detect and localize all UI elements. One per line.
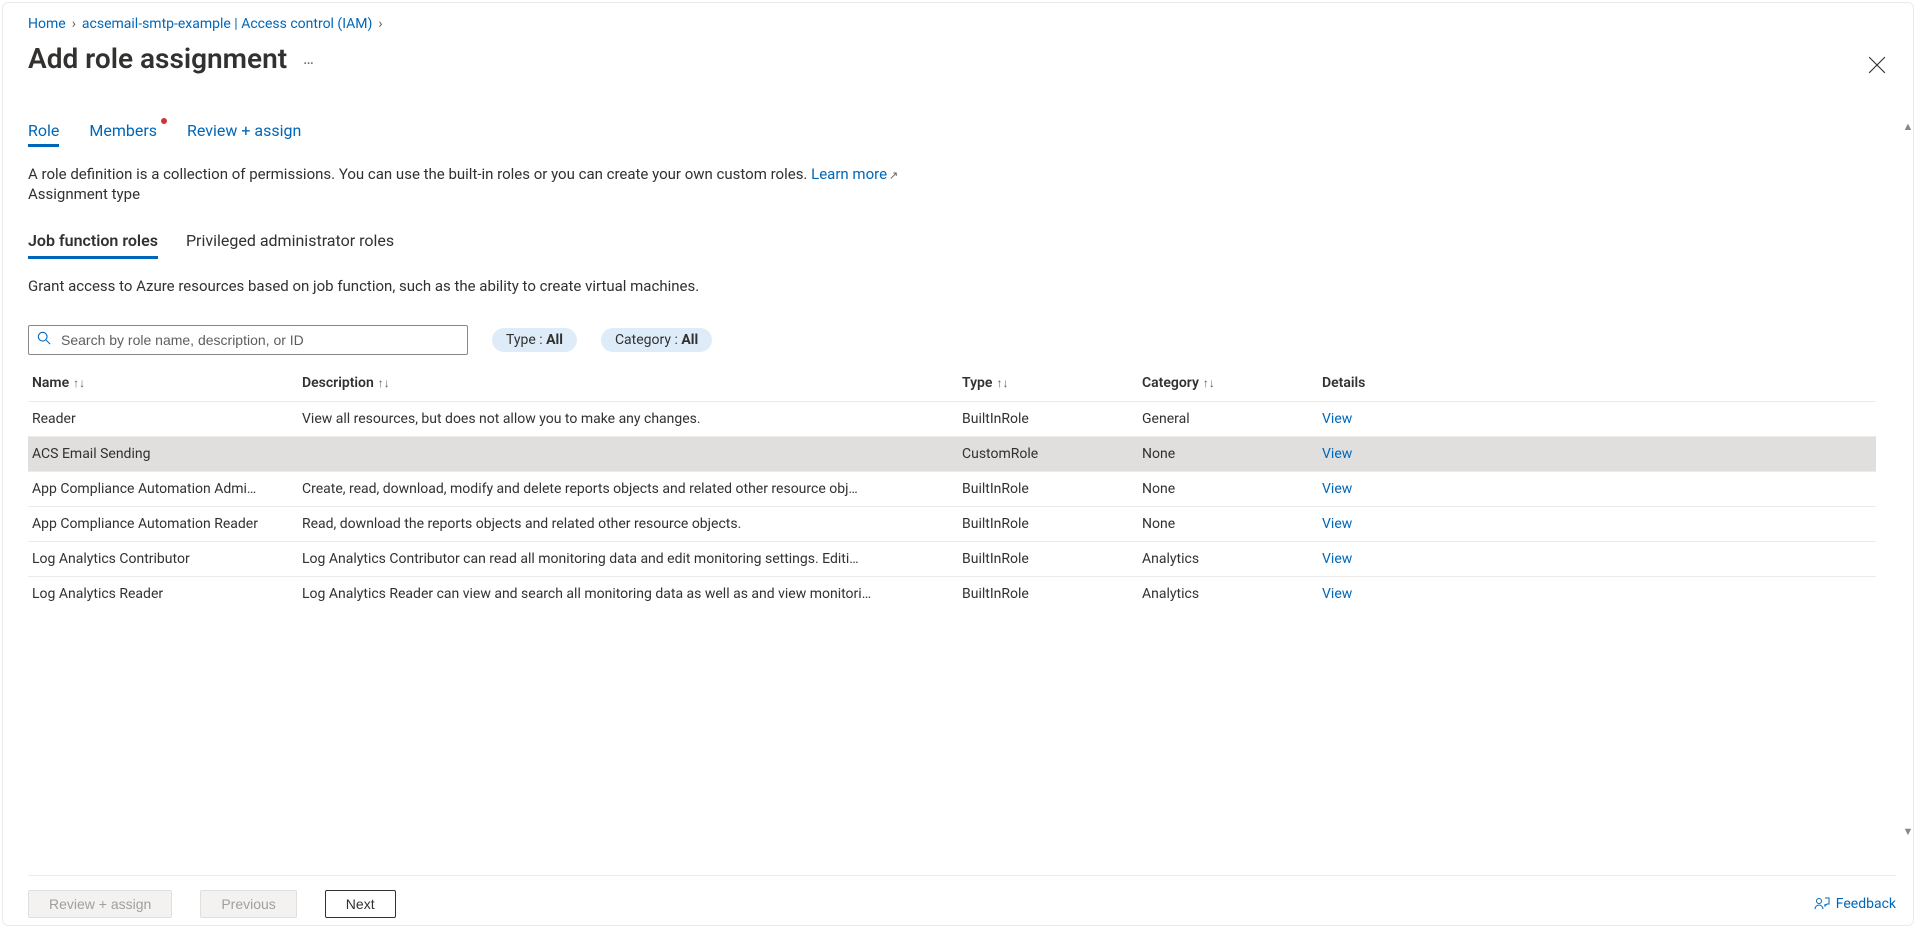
cell-name: Log Analytics Contributor [28, 542, 298, 577]
cell-description: View all resources, but does not allow y… [298, 402, 958, 437]
pill-category-label: Category : [615, 332, 681, 348]
pill-category-value: All [681, 332, 698, 348]
more-icon[interactable]: … [303, 49, 316, 68]
scroll-up-icon: ▲ [1903, 120, 1914, 133]
cell-details: View [1318, 507, 1876, 542]
cell-description: Log Analytics Contributor can read all m… [298, 542, 958, 577]
pill-type-value: All [546, 332, 563, 348]
page-title: Add role assignment [28, 42, 287, 75]
cell-category: None [1138, 472, 1318, 507]
previous-button: Previous [200, 890, 296, 918]
sort-icon: ↑↓ [378, 376, 390, 390]
external-link-icon: ↗ [889, 169, 898, 182]
pill-type-label: Type : [506, 332, 546, 348]
footer: Review + assign Previous Next Feedback [28, 875, 1896, 918]
cell-description: Log Analytics Reader can view and search… [298, 577, 958, 612]
table-row[interactable]: Log Analytics ContributorLog Analytics C… [28, 542, 1876, 577]
cell-type: CustomRole [958, 437, 1138, 472]
col-header-details: Details [1318, 367, 1876, 402]
cell-type: BuiltInRole [958, 402, 1138, 437]
view-link[interactable]: View [1322, 481, 1352, 497]
title-row: Add role assignment … [28, 42, 1888, 75]
cell-name: App Compliance Automation Admi… [28, 472, 298, 507]
view-link[interactable]: View [1322, 586, 1352, 602]
grant-access-description: Grant access to Azure resources based on… [28, 277, 1876, 295]
cell-category: Analytics [1138, 542, 1318, 577]
search-input[interactable] [59, 331, 459, 349]
cell-type: BuiltInRole [958, 542, 1138, 577]
view-link[interactable]: View [1322, 411, 1352, 427]
view-link[interactable]: View [1322, 446, 1352, 462]
filter-pill-type[interactable]: Type : All [492, 328, 577, 352]
cell-category: None [1138, 437, 1318, 472]
feedback-label: Feedback [1836, 896, 1896, 912]
cell-category: General [1138, 402, 1318, 437]
table-row[interactable]: ReaderView all resources, but does not a… [28, 402, 1876, 437]
filter-pill-category[interactable]: Category : All [601, 328, 712, 352]
table-row[interactable]: App Compliance Automation Admi…Create, r… [28, 472, 1876, 507]
learn-more-link[interactable]: Learn more↗ [811, 165, 898, 183]
tab-members[interactable]: Members [89, 121, 157, 147]
sort-icon: ↑↓ [996, 376, 1008, 390]
cell-details: View [1318, 437, 1876, 472]
chevron-right-icon: › [378, 16, 382, 32]
cell-type: BuiltInRole [958, 507, 1138, 542]
tab-role[interactable]: Role [28, 121, 59, 147]
feedback-link[interactable]: Feedback [1814, 896, 1896, 912]
cell-name: ACS Email Sending [28, 437, 298, 472]
filter-row: Type : All Category : All [28, 325, 1876, 355]
table-row[interactable]: App Compliance Automation ReaderRead, do… [28, 507, 1876, 542]
cell-details: View [1318, 542, 1876, 577]
col-header-name[interactable]: Name↑↓ [28, 367, 298, 402]
search-icon [37, 331, 51, 349]
sort-icon: ↑↓ [73, 376, 85, 390]
next-button[interactable]: Next [325, 890, 396, 918]
cell-type: BuiltInRole [958, 472, 1138, 507]
tab-privileged-admin-roles[interactable]: Privileged administrator roles [186, 231, 394, 259]
tab-job-function-roles[interactable]: Job function roles [28, 231, 158, 259]
roles-table: Name↑↓ Description↑↓ Type↑↓ Category↑↓ D… [28, 367, 1876, 611]
sort-icon: ↑↓ [1203, 376, 1215, 390]
cell-details: View [1318, 402, 1876, 437]
col-header-category[interactable]: Category↑↓ [1138, 367, 1318, 402]
cell-description: Create, read, download, modify and delet… [298, 472, 958, 507]
cell-details: View [1318, 577, 1876, 612]
cell-type: BuiltInRole [958, 577, 1138, 612]
breadcrumb-home[interactable]: Home [28, 16, 66, 32]
tab-review-assign[interactable]: Review + assign [187, 121, 301, 147]
scroll-down-icon: ▼ [1903, 825, 1914, 838]
cell-category: Analytics [1138, 577, 1318, 612]
wizard-tabs: Role Members Review + assign [28, 121, 1876, 147]
table-row[interactable]: ACS Email Sending CustomRoleNoneView [28, 437, 1876, 472]
breadcrumb: Home › acsemail-smtp-example | Access co… [28, 16, 1888, 32]
cell-name: Log Analytics Reader [28, 577, 298, 612]
close-icon[interactable] [1868, 56, 1886, 78]
cell-category: None [1138, 507, 1318, 542]
search-input-wrapper[interactable] [28, 325, 468, 355]
view-link[interactable]: View [1322, 551, 1352, 567]
col-header-description[interactable]: Description↑↓ [298, 367, 958, 402]
role-description-text: A role definition is a collection of per… [28, 165, 807, 183]
cell-name: Reader [28, 402, 298, 437]
sub-tabs: Job function roles Privileged administra… [28, 231, 1876, 259]
content-scroll[interactable]: Role Members Review + assign A role defi… [28, 115, 1888, 660]
chevron-right-icon: › [72, 16, 76, 32]
cell-description [298, 437, 958, 472]
table-row[interactable]: Log Analytics ReaderLog Analytics Reader… [28, 577, 1876, 612]
col-header-type[interactable]: Type↑↓ [958, 367, 1138, 402]
cell-details: View [1318, 472, 1876, 507]
cell-name: App Compliance Automation Reader [28, 507, 298, 542]
role-description: A role definition is a collection of per… [28, 165, 1876, 183]
view-link[interactable]: View [1322, 516, 1352, 532]
assignment-type-label: Assignment type [28, 185, 1876, 203]
breadcrumb-parent[interactable]: acsemail-smtp-example | Access control (… [82, 16, 372, 32]
review-assign-button: Review + assign [28, 890, 172, 918]
scrollbar: ▲ ▼ [1900, 120, 1916, 838]
cell-description: Read, download the reports objects and r… [298, 507, 958, 542]
